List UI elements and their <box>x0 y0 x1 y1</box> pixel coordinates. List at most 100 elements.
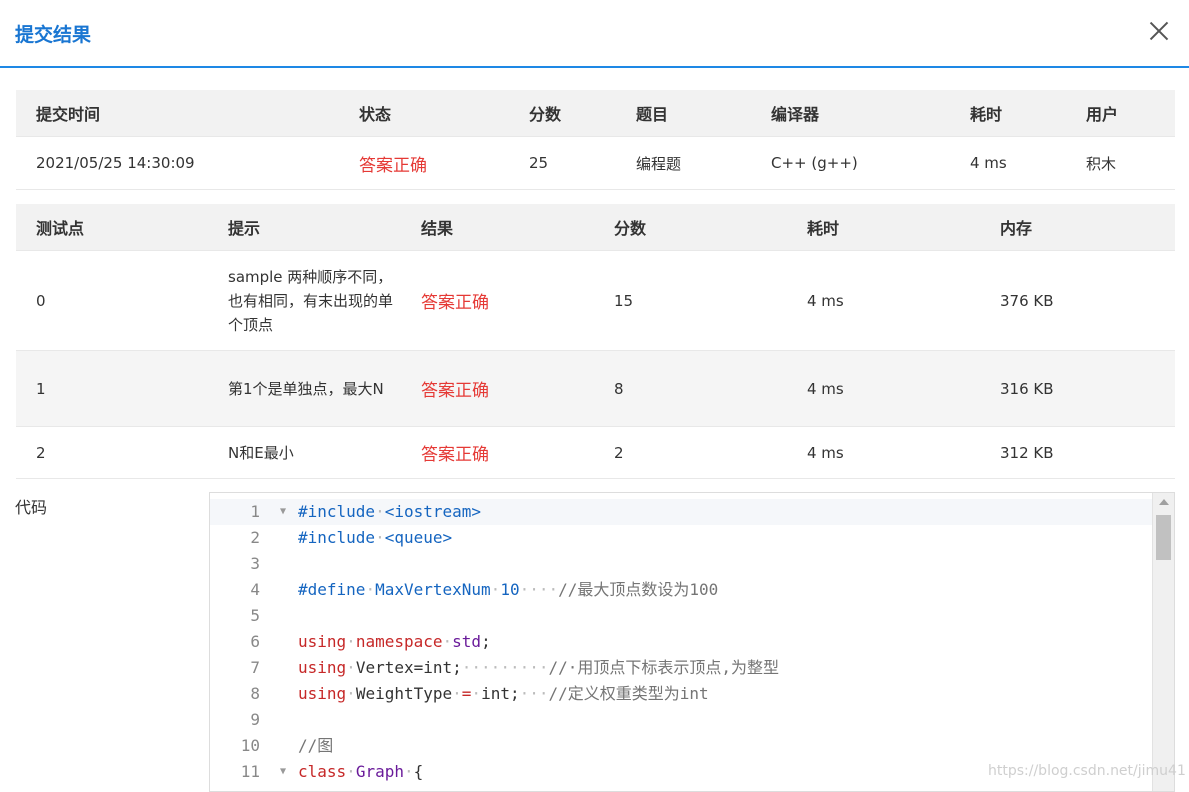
code-token: · <box>490 580 501 599</box>
line-number: 11 <box>240 762 260 781</box>
compiler-value: C++ (g++) <box>771 154 858 172</box>
code-text: #include·<iostream> <box>298 499 481 525</box>
code-line: 10 //图 <box>210 733 1154 759</box>
code-text: using·WeightType·=·int;···//定义权重类型为int <box>298 681 709 707</box>
line-number: 1 <box>250 502 260 521</box>
table-row: 1 第1个是单独点，最大N 答案正确 8 4 ms 316 KB <box>16 351 1175 427</box>
code-token: · <box>346 762 356 781</box>
table-row: 0 sample 两种顺序不同，也有相同，有末出现的单个顶点 答案正确 15 4… <box>16 251 1175 351</box>
header-problem: 题目 <box>636 105 669 124</box>
testcase-hint: N和E最小 <box>228 443 294 462</box>
code-token: using <box>298 632 347 651</box>
testcase-time: 4 ms <box>807 379 844 398</box>
testcase-table: 测试点 提示 结果 分数 耗时 内存 0 sample 两种顺序不同，也有相同，… <box>16 204 1175 479</box>
elapsed-value: 4 ms <box>970 154 1007 172</box>
line-number: 9 <box>250 710 260 729</box>
code-editor[interactable]: 1 ▼ #include·<iostream> 2 #include·<queue> 3 4… <box>209 492 1175 792</box>
code-line: 9 <box>210 707 1154 733</box>
close-icon[interactable] <box>1146 18 1172 44</box>
code-token: WeightType <box>355 684 453 703</box>
code-token: · <box>346 684 356 703</box>
header-testcase: 测试点 <box>36 219 85 238</box>
code-token: · <box>442 632 453 651</box>
code-token: using <box>298 658 347 677</box>
line-number: 2 <box>250 528 260 547</box>
code-token: namespace <box>355 632 443 651</box>
code-token: ···· <box>519 580 559 599</box>
testcase-score: 2 <box>614 443 624 462</box>
line-number: 4 <box>250 580 260 599</box>
testcase-memory: 312 KB <box>1000 443 1054 462</box>
testcase-hint: sample 两种顺序不同，也有相同，有末出现的单个顶点 <box>228 267 394 334</box>
testcase-result: 答案正确 <box>421 293 489 313</box>
fold-arrow-icon[interactable]: ▼ <box>280 759 286 785</box>
code-token: MaxVertexNum <box>375 580 491 599</box>
scroll-up-arrow-icon[interactable] <box>1159 499 1169 505</box>
testcase-time: 4 ms <box>807 443 844 462</box>
header-compiler: 编译器 <box>771 105 820 124</box>
code-token: · <box>403 762 414 781</box>
header-submit-time: 提交时间 <box>36 105 101 124</box>
testcase-id: 1 <box>36 379 46 398</box>
line-number: 6 <box>250 632 260 651</box>
code-token: ; <box>481 632 491 651</box>
testcase-memory: 376 KB <box>1000 291 1054 310</box>
code-line: 7 using·Vertex=int;·········//·用顶点下标表示顶点,… <box>210 655 1154 681</box>
code-token: { <box>413 762 424 781</box>
submission-header-row: 提交时间 状态 分数 题目 编译器 耗时 用户 <box>16 90 1175 137</box>
code-token: · <box>452 684 462 703</box>
status-text: 答案正确 <box>359 155 427 176</box>
testcase-id: 2 <box>36 443 46 462</box>
code-line: 5 <box>210 603 1154 629</box>
code-token: ··· <box>519 684 549 703</box>
dialog-header: 提交结果 <box>0 0 1189 68</box>
code-token: 10 <box>500 580 520 599</box>
header-status: 状态 <box>359 105 392 124</box>
line-number: 8 <box>250 684 260 703</box>
problem-link[interactable]: 编程题 <box>636 137 681 189</box>
testcase-time: 4 ms <box>807 291 844 310</box>
header-memory: 内存 <box>1000 219 1033 238</box>
code-token: #define <box>298 580 366 599</box>
code-token: #include <box>298 502 376 521</box>
code-text: using·Vertex=int;·········//·用顶点下标表示顶点,为… <box>298 655 779 681</box>
header-user: 用户 <box>1086 105 1119 124</box>
submit-time: 2021/05/25 14:30:09 <box>36 154 195 172</box>
header-result: 结果 <box>421 219 454 238</box>
testcase-id: 0 <box>36 291 46 310</box>
code-token: = <box>461 684 472 703</box>
scrollbar-thumb[interactable] <box>1156 515 1171 560</box>
code-token: #include <box>298 528 376 547</box>
testcase-header-row: 测试点 提示 结果 分数 耗时 内存 <box>16 204 1175 251</box>
code-text: class·Graph·{ <box>298 759 423 785</box>
code-token: std <box>452 632 482 651</box>
code-token: //图 <box>298 736 334 755</box>
testcase-result: 答案正确 <box>421 445 489 465</box>
testcase-result: 答案正确 <box>421 381 489 401</box>
line-number: 10 <box>240 736 260 755</box>
code-token: ········· <box>461 658 549 677</box>
editor-scrollbar[interactable] <box>1152 493 1174 791</box>
header-time: 耗时 <box>807 219 840 238</box>
code-line: 6 using·namespace·std; <box>210 629 1154 655</box>
code-token: int; <box>481 684 520 703</box>
testcase-memory: 316 KB <box>1000 379 1054 398</box>
submission-row: 2021/05/25 14:30:09 答案正确 25 编程题 C++ (g++… <box>16 137 1175 190</box>
code-token: <queue> <box>384 528 453 547</box>
header-score: 分数 <box>529 105 562 124</box>
user-link[interactable]: 积木 <box>1086 137 1116 189</box>
testcase-score: 15 <box>614 291 634 310</box>
code-token: using <box>298 684 347 703</box>
testcase-hint: 第1个是单独点，最大N <box>228 379 384 398</box>
submission-table: 提交时间 状态 分数 题目 编译器 耗时 用户 2021/05/25 14:30… <box>16 90 1175 190</box>
watermark: https://blog.csdn.net/jimu41 <box>988 763 1186 779</box>
code-text: using·namespace·std; <box>298 629 491 655</box>
header-elapsed: 耗时 <box>970 105 1003 124</box>
line-number: 3 <box>250 554 260 573</box>
code-label: 代码 <box>15 498 48 517</box>
line-number: 7 <box>250 658 260 677</box>
code-token: <iostream> <box>384 502 482 521</box>
code-line: 8 using·WeightType·=·int;···//定义权重类型为int <box>210 681 1154 707</box>
fold-arrow-icon[interactable]: ▼ <box>280 499 286 525</box>
code-token: //·用顶点下标表示顶点,为整型 <box>548 658 780 677</box>
